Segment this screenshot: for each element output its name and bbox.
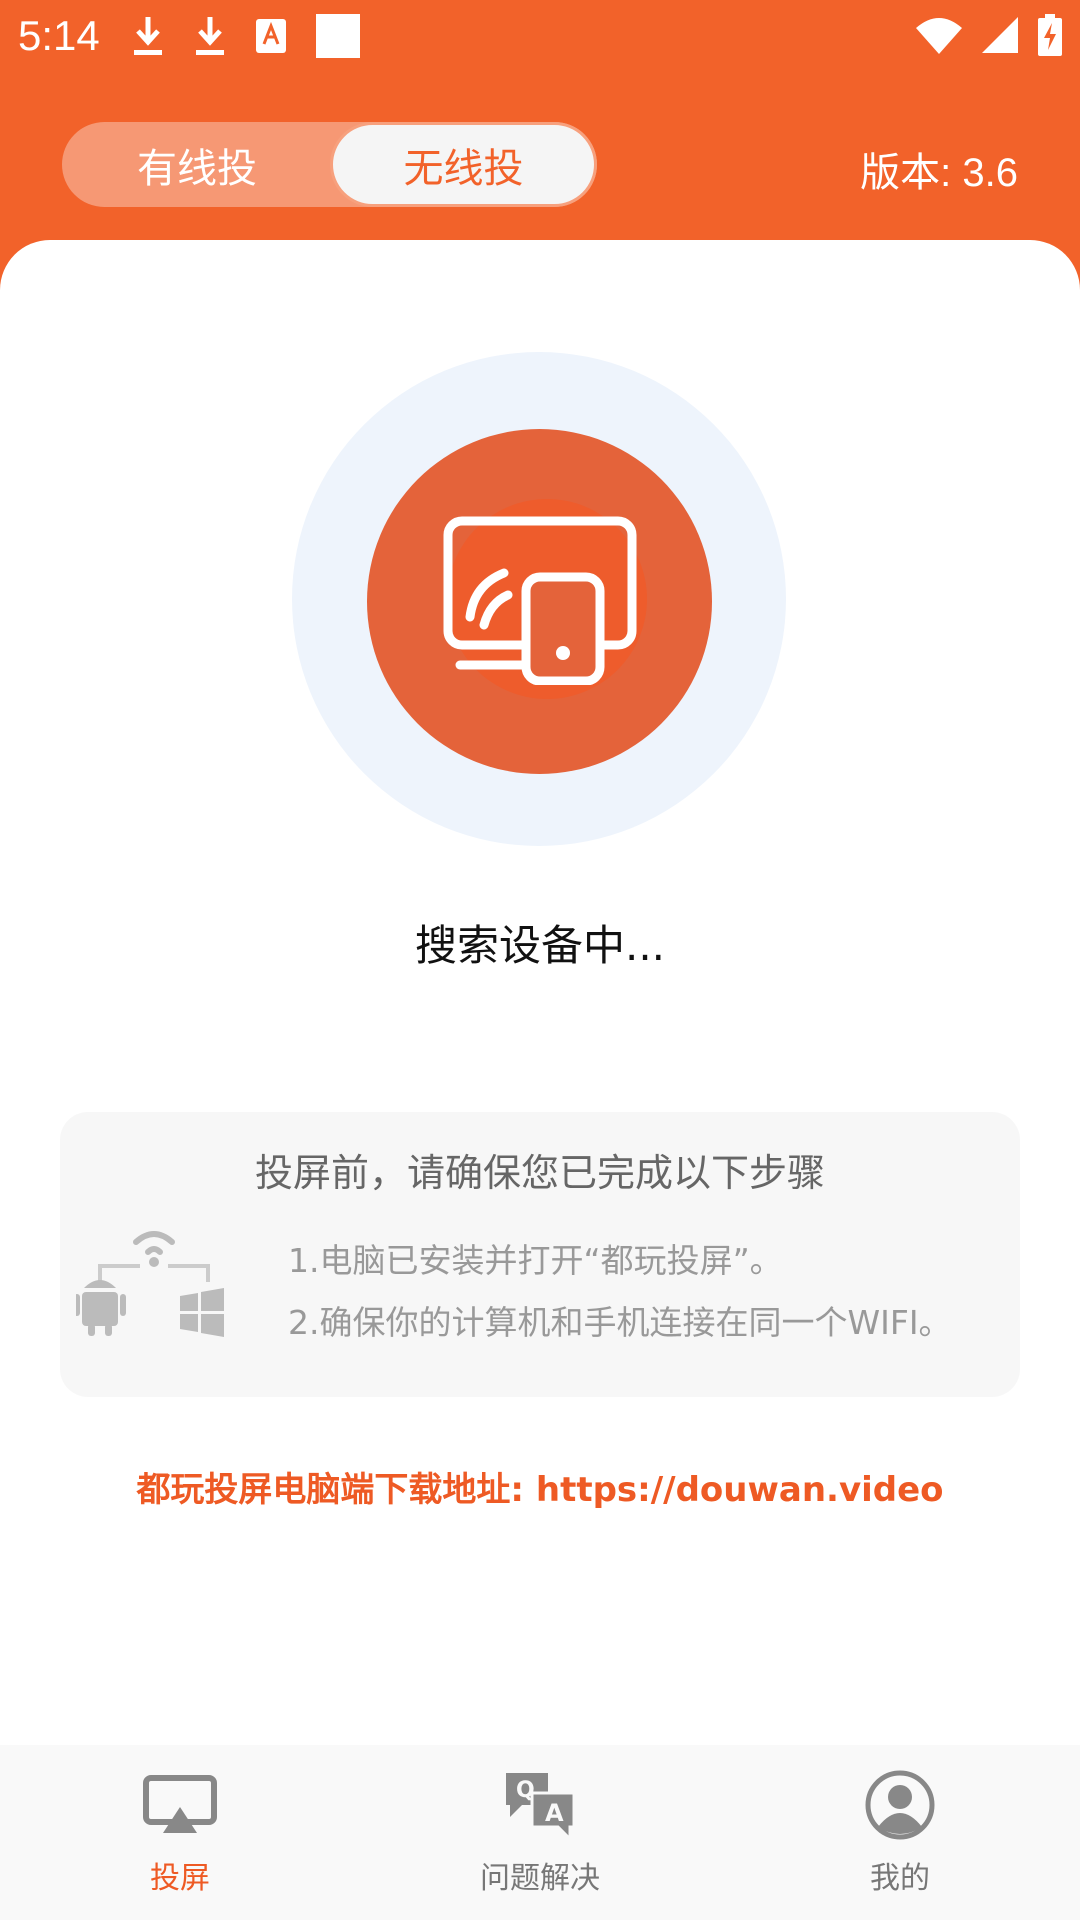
square-notification-icon (316, 14, 360, 58)
step-item-2: 2.确保你的计算机和手机连接在同一个WIFI。 (288, 1303, 952, 1342)
status-bar: 5:14 (0, 0, 1080, 74)
download-icon (194, 15, 226, 57)
cell-signal-icon (982, 17, 1018, 53)
user-profile-icon (864, 1767, 936, 1843)
cast-button[interactable] (367, 429, 712, 774)
notification-icons (132, 14, 360, 58)
nav-item-profile[interactable]: 我的 (720, 1745, 1080, 1920)
wifi-icon (916, 16, 962, 54)
qa-chat-icon: Q A (502, 1767, 578, 1843)
android-windows-wifi-icon (74, 1222, 236, 1346)
cast-mode-toggle: 有线投 无线投 (62, 122, 597, 207)
download-icon (132, 15, 164, 57)
status-time: 5:14 (18, 12, 100, 59)
cast-screen-icon (143, 1767, 217, 1843)
steps-panel: 投屏前，请确保您已完成以下步骤 1.电脑已安装并打开“都玩投屏”。 2.确保你的… (60, 1112, 1020, 1397)
nav-item-troubleshoot[interactable]: Q A 问题解决 (360, 1745, 720, 1920)
download-link[interactable]: 都玩投屏电脑端下载地址: https://douwan.video (0, 1462, 1080, 1511)
svg-text:A: A (545, 1799, 564, 1827)
main-card: 搜索设备中... 投屏前，请确保您已完成以下步骤 1.电脑已安装并打开“都玩投屏… (0, 240, 1080, 1745)
bottom-nav: 投屏 Q A 问题解决 我的 (0, 1745, 1080, 1920)
nav-label-profile: 我的 (870, 1861, 930, 1896)
nav-item-cast[interactable]: 投屏 (0, 1745, 360, 1920)
nav-label-cast: 投屏 (150, 1861, 210, 1896)
screen-cast-icon (440, 515, 640, 689)
tab-wireless-cast[interactable]: 无线投 (330, 122, 597, 207)
steps-title: 投屏前，请确保您已完成以下步骤 (254, 1151, 825, 1195)
battery-charging-icon (1038, 14, 1062, 56)
version-label: 版本: 3.6 (860, 151, 1018, 195)
step-item-1: 1.电脑已安装并打开“都玩投屏”。 (288, 1241, 783, 1280)
nav-label-troubleshoot: 问题解决 (480, 1861, 600, 1896)
tab-wired-cast[interactable]: 有线投 (62, 122, 332, 207)
searching-status: 搜索设备中... (414, 921, 666, 970)
text-app-icon (256, 19, 286, 53)
system-icons (916, 14, 1062, 56)
